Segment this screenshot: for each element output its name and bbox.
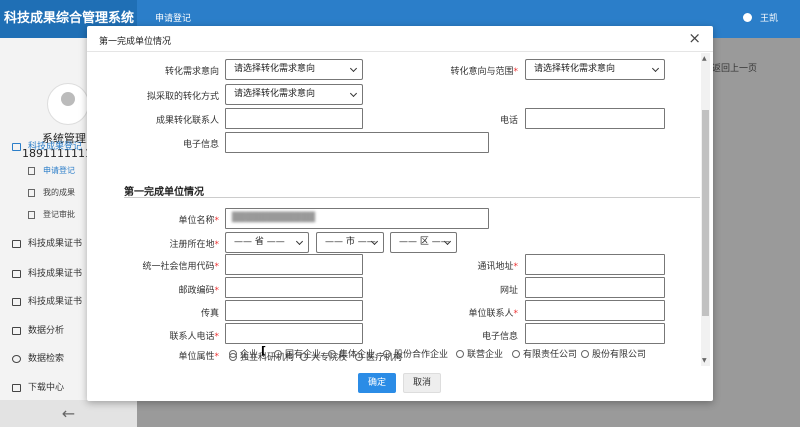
radio-circle-icon xyxy=(383,350,391,358)
unit-email-input[interactable] xyxy=(525,323,665,344)
certificate-icon xyxy=(12,270,21,278)
postcode-input[interactable] xyxy=(225,277,363,298)
email-input[interactable] xyxy=(225,132,489,153)
email-label: 电子信息 xyxy=(182,140,219,150)
unit-email-label: 电子信息 xyxy=(481,332,518,342)
region-label: 注册所在地* xyxy=(169,240,219,250)
unit-contact-label: 单位联系人* xyxy=(468,309,518,319)
radio-collective[interactable]: 集体企业 xyxy=(328,347,375,360)
cancel-button[interactable]: 取消 xyxy=(403,373,441,393)
user-icon xyxy=(742,13,752,22)
document-icon xyxy=(28,189,35,197)
dialog-title: 第一完成单位情况 xyxy=(99,37,172,47)
dialog-footer: 确定 取消 xyxy=(87,366,713,401)
radio-state-owned[interactable]: 国有企业 xyxy=(274,347,321,360)
phone-label: 电话 xyxy=(499,116,518,126)
radio-llc[interactable]: 有限责任公司 xyxy=(512,347,577,360)
city-select[interactable]: —— 市 —— xyxy=(316,232,384,253)
scrollbar-thumb[interactable] xyxy=(702,110,709,316)
radio-circle-icon xyxy=(274,350,282,358)
demand-label: 转化需求意向 xyxy=(164,67,219,77)
fax-label: 传真 xyxy=(200,309,219,319)
confirm-button[interactable]: 确定 xyxy=(358,373,396,393)
contact-phone-input[interactable] xyxy=(225,323,363,344)
radio-circle-icon xyxy=(456,350,464,358)
dialog-scrollbar[interactable]: ▲ ▼ xyxy=(701,53,710,366)
document-icon xyxy=(28,211,35,219)
contact-input[interactable] xyxy=(225,108,363,129)
radio-enterprise[interactable]: 企业 xyxy=(229,347,258,360)
radio-corporation[interactable]: 股份有限公司 xyxy=(581,347,646,360)
certificate-icon xyxy=(12,240,21,248)
back-link[interactable]: 返回上一页 xyxy=(712,61,757,74)
credit-label: 统一社会信用代码* xyxy=(142,262,219,272)
cloud-download-icon xyxy=(12,384,21,392)
radio-circle-icon xyxy=(229,350,237,358)
user-name: 王凯 xyxy=(759,14,778,24)
contact-phone-label: 联系人电话* xyxy=(169,332,219,342)
unit-type-label: 单位属性* xyxy=(178,352,219,362)
collapse-sidebar-button[interactable]: ← xyxy=(0,400,137,427)
document-icon xyxy=(28,167,35,175)
unit-name-label: 单位名称* xyxy=(178,216,219,226)
province-select[interactable]: —— 省 —— xyxy=(225,232,309,253)
website-input[interactable] xyxy=(525,277,665,298)
user-menu[interactable]: 王凯 xyxy=(742,0,778,38)
radio-joint-stock-coop[interactable]: 股份合作企业 xyxy=(383,347,448,360)
phone-input[interactable] xyxy=(525,108,665,129)
radio-circle-icon xyxy=(581,350,589,358)
method-label: 拟采取的转化方式 xyxy=(146,92,219,102)
radio-circle-icon xyxy=(328,350,336,358)
radio-circle-icon xyxy=(512,350,520,358)
district-select[interactable]: —— 区 —— xyxy=(390,232,457,253)
demand-select[interactable]: 请选择转化需求意向 xyxy=(225,59,363,80)
scroll-up-icon[interactable]: ▲ xyxy=(702,55,707,62)
unit-contact-input[interactable] xyxy=(525,300,665,321)
unit-name-input[interactable]: ████████████ xyxy=(225,208,489,229)
section-divider xyxy=(124,197,700,198)
radio-joint-venture[interactable]: 联营企业 xyxy=(456,347,503,360)
close-icon[interactable]: × xyxy=(688,29,701,47)
dialog-body: 转化需求意向 请选择转化需求意向 转化意向与范围* 请选择转化需求意向 拟采取的… xyxy=(87,53,713,366)
avatar xyxy=(47,83,89,125)
website-label: 网址 xyxy=(499,286,518,296)
search-icon xyxy=(12,355,21,363)
dialog: 第一完成单位情况 × 转化需求意向 请选择转化需求意向 转化意向与范围* 请选择… xyxy=(87,26,713,401)
scope-label: 转化意向与范围* xyxy=(450,67,518,77)
certificate-icon xyxy=(12,298,21,306)
section-title: 第一完成单位情况 xyxy=(124,187,204,198)
postcode-label: 邮政编码* xyxy=(178,286,219,296)
address-input[interactable] xyxy=(525,254,665,275)
scope-select[interactable]: 请选择转化需求意向 xyxy=(525,59,665,80)
method-select[interactable]: 请选择转化需求意向 xyxy=(225,84,363,105)
fax-input[interactable] xyxy=(225,300,363,321)
dialog-header: 第一完成单位情况 × xyxy=(87,26,713,52)
contact-label: 成果转化联系人 xyxy=(155,116,219,126)
monitor-icon xyxy=(12,327,21,335)
address-label: 通讯地址* xyxy=(477,262,518,272)
home-icon xyxy=(12,143,21,151)
bracket-glyph: [ xyxy=(261,344,267,357)
scroll-down-icon[interactable]: ▼ xyxy=(702,357,707,364)
credit-input[interactable] xyxy=(225,254,363,275)
